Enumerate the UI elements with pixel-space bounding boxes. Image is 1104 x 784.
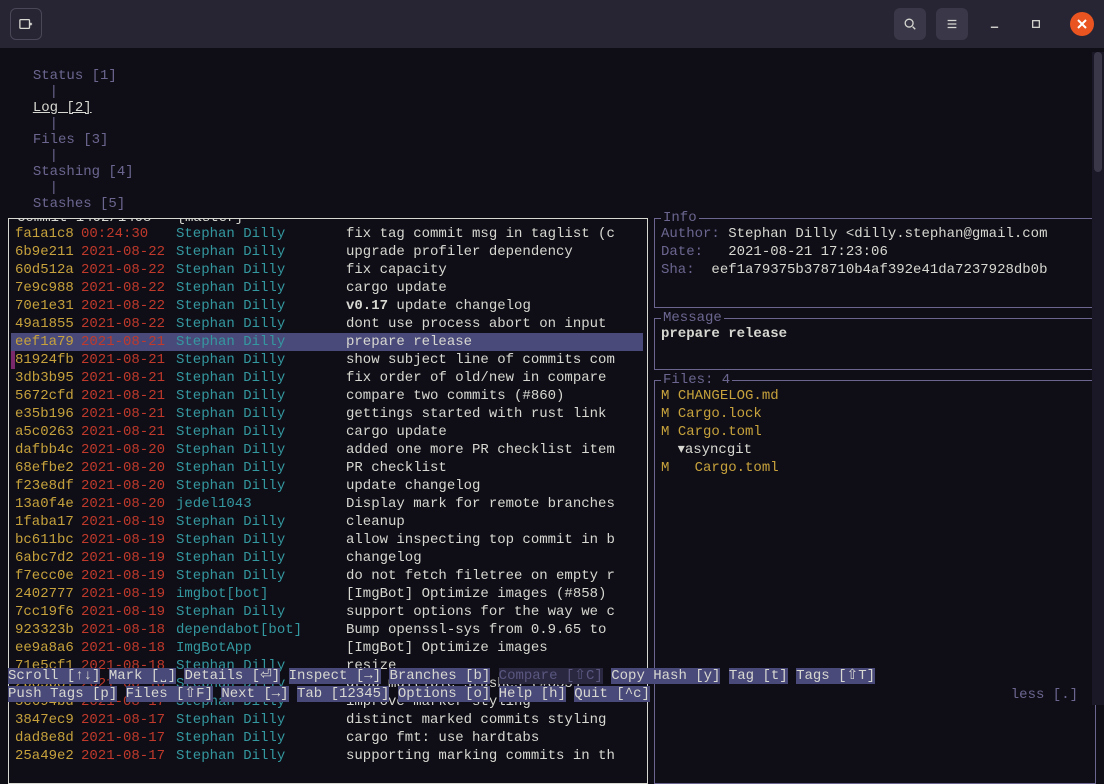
commit-row[interactable]: ee9a8a62021-08-18ImgBotApp[ImgBot] Optim… xyxy=(11,639,643,657)
key-hint xyxy=(490,686,498,702)
commit-row[interactable]: 49a18552021-08-22Stephan Dillydont use p… xyxy=(11,315,643,333)
commit-row[interactable]: dafbb4c2021-08-20Stephan Dillyadded one … xyxy=(11,441,643,459)
commit-row[interactable]: a5c02632021-08-21Stephan Dillycargo upda… xyxy=(11,423,643,441)
info-author-value: Stephan Dilly <dilly.stephan@gmail.com xyxy=(728,226,1047,242)
key-hint: Options [o] xyxy=(398,686,490,702)
section-tabs: Status [1] | Log [2] | Files [3] | Stash… xyxy=(0,48,1104,212)
key-hint: Copy Hash [y] xyxy=(611,668,720,684)
commit-row[interactable]: 70e1e312021-08-22Stephan Dillyv0.17 upda… xyxy=(11,297,643,315)
info-date-value: 2021-08-21 17:23:06 xyxy=(728,244,888,260)
info-sha-label: Sha: xyxy=(661,262,711,278)
titlebar xyxy=(0,0,1104,48)
key-hint: Files [⇧F] xyxy=(126,686,213,702)
key-hint xyxy=(289,686,297,702)
file-entry[interactable]: ▾asyncgit xyxy=(661,441,1089,459)
search-button[interactable] xyxy=(894,8,926,40)
tab-stashing[interactable]: Stashing [4] xyxy=(33,164,134,180)
commit-row[interactable]: eef1a792021-08-21Stephan Dillyprepare re… xyxy=(11,333,643,351)
key-hint: Tag [t] xyxy=(729,668,788,684)
key-hint: Tab [12345] xyxy=(297,686,389,702)
tab-log[interactable]: Log [2] xyxy=(33,100,92,116)
key-hint xyxy=(117,686,125,702)
menu-button[interactable] xyxy=(936,8,968,40)
file-entry[interactable]: M Cargo.lock xyxy=(661,405,1089,423)
key-hint xyxy=(490,668,498,684)
key-hint: Scroll [↑↓] xyxy=(8,668,100,684)
key-hint: Inspect [→] xyxy=(289,668,381,684)
key-hint: Next [→] xyxy=(221,686,288,702)
info-panel: Info Author: Stephan Dilly <dilly.stepha… xyxy=(654,218,1096,308)
key-hint: Branches [b] xyxy=(389,668,490,684)
commit-row[interactable]: 5672cfd2021-08-21Stephan Dillycompare tw… xyxy=(11,387,643,405)
tab-stashes[interactable]: Stashes [5] xyxy=(33,196,125,212)
file-entry[interactable]: M Cargo.toml xyxy=(661,459,1089,477)
commit-row[interactable]: 923323b2021-08-18dependabot[bot]Bump ope… xyxy=(11,621,643,639)
commit-row[interactable]: 6abc7d22021-08-19Stephan Dillychangelog xyxy=(11,549,643,567)
key-hint xyxy=(280,668,288,684)
log-panel-title: Commit 1402/1408 - {master} xyxy=(15,218,246,226)
message-panel: Message prepare release xyxy=(654,318,1096,370)
commit-row[interactable]: 81924fb2021-08-21Stephan Dillyshow subje… xyxy=(11,351,643,369)
commit-row[interactable]: 7e9c9882021-08-22Stephan Dillycargo upda… xyxy=(11,279,643,297)
file-entry[interactable]: M CHANGELOG.md xyxy=(661,387,1089,405)
key-hint xyxy=(720,668,728,684)
file-entry[interactable]: M Cargo.toml xyxy=(661,423,1089,441)
commit-row[interactable]: 68efbe22021-08-20Stephan DillyPR checkli… xyxy=(11,459,643,477)
commit-row[interactable]: 1faba172021-08-19Stephan Dillycleanup xyxy=(11,513,643,531)
key-hint xyxy=(389,686,397,702)
minimize-button[interactable] xyxy=(978,8,1010,40)
message-content: prepare release xyxy=(661,325,1089,343)
key-hint: Compare [⇧C] xyxy=(499,668,603,684)
key-hint: Details [⏎] xyxy=(184,668,280,684)
key-hint xyxy=(788,668,796,684)
commit-row[interactable]: 7cc19f62021-08-19Stephan Dillysupport op… xyxy=(11,603,643,621)
key-hint: Tags [⇧T] xyxy=(796,668,875,684)
files-panel-title: Files: 4 xyxy=(661,372,732,388)
commit-row[interactable]: bc611bc2021-08-19Stephan Dillyallow insp… xyxy=(11,531,643,549)
commit-row[interactable]: 3db3b952021-08-21Stephan Dillyfix order … xyxy=(11,369,643,387)
commit-row[interactable]: 25a49e22021-08-17Stephan Dillysupporting… xyxy=(11,747,643,765)
files-panel[interactable]: Files: 4 M CHANGELOG.mdM Cargo.lockM Car… xyxy=(654,380,1096,784)
info-sha-value: eef1a79375b378710b4af392e41da7237928db0b xyxy=(711,262,1047,278)
footer-keybinds: Scroll [↑↓] Mark [˽] Details [⏎] Inspect… xyxy=(0,667,1104,705)
close-button[interactable] xyxy=(1070,12,1094,36)
commit-row[interactable]: 24027772021-08-19imgbot[bot][ImgBot] Opt… xyxy=(11,585,643,603)
info-date-label: Date: xyxy=(661,244,728,260)
key-hint xyxy=(603,668,611,684)
scrollbar[interactable] xyxy=(1092,52,1104,705)
scrollbar-thumb[interactable] xyxy=(1094,52,1102,172)
message-panel-title: Message xyxy=(661,310,724,326)
commit-row[interactable]: 60d512a2021-08-22Stephan Dillyfix capaci… xyxy=(11,261,643,279)
key-hint: Mark [˽] xyxy=(109,668,176,684)
key-hint: Push Tags [p] xyxy=(8,686,117,702)
commit-row[interactable]: f7ecc0e2021-08-19Stephan Dillydo not fet… xyxy=(11,567,643,585)
commit-row[interactable]: fa1a1c800:24:30Stephan Dillyfix tag comm… xyxy=(11,225,643,243)
maximize-button[interactable] xyxy=(1020,8,1052,40)
new-tab-button[interactable] xyxy=(10,8,42,40)
commit-row[interactable]: e35b1962021-08-21Stephan Dillygettings s… xyxy=(11,405,643,423)
tab-status[interactable]: Status [1] xyxy=(33,68,117,84)
tab-files[interactable]: Files [3] xyxy=(33,132,109,148)
commit-row[interactable]: 3847ec92021-08-17Stephan Dillydistinct m… xyxy=(11,711,643,729)
key-hint: Help [h] xyxy=(499,686,566,702)
key-hint: Quit [^c] xyxy=(574,686,650,702)
less-hint: less [.] xyxy=(1011,687,1078,703)
info-panel-title: Info xyxy=(661,210,699,226)
commit-row[interactable]: 13a0f4e2021-08-20jedel1043Display mark f… xyxy=(11,495,643,513)
commit-row[interactable]: 6b9e2112021-08-22Stephan Dillyupgrade pr… xyxy=(11,243,643,261)
commit-row[interactable]: f23e8df2021-08-20Stephan Dillyupdate cha… xyxy=(11,477,643,495)
key-hint xyxy=(100,668,108,684)
info-author-label: Author: xyxy=(661,226,728,242)
commit-row[interactable]: dad8e8d2021-08-17Stephan Dillycargo fmt:… xyxy=(11,729,643,747)
